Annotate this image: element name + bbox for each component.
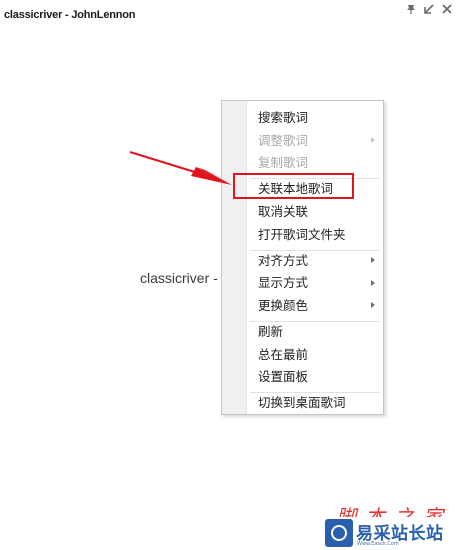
- lyric-line: classicriver -: [140, 270, 218, 286]
- context-menu: 搜索歌词 调整歌词 复制歌词 关联本地歌词 取消关联 打开歌词文件夹 对齐方式 显示方式 更换颜…: [221, 100, 384, 415]
- menu-separator: [250, 249, 380, 251]
- menu-item[interactable]: 对齐方式: [258, 253, 308, 269]
- menu-separator: [250, 320, 380, 322]
- submenu-arrow-icon: [371, 137, 375, 144]
- submenu-arrow-icon: [371, 279, 375, 286]
- close-icon[interactable]: [441, 3, 453, 15]
- menu-item[interactable]: 设置面板: [258, 369, 308, 385]
- watermark: 脚本之家 易采站长站 Www.Easck.Com: [320, 500, 457, 550]
- watermark-url: Www.Easck.Com: [357, 541, 399, 547]
- menu-separator: [250, 392, 380, 394]
- submenu-arrow-icon: [371, 302, 375, 309]
- window-title: classicriver - JohnLennon: [4, 9, 136, 21]
- minimize-icon[interactable]: [423, 3, 435, 15]
- menu-item[interactable]: 取消关联: [258, 204, 308, 220]
- menu-item[interactable]: 总在最前: [258, 347, 308, 363]
- menu-item[interactable]: 更换颜色: [258, 298, 308, 314]
- menu-item[interactable]: 刷新: [258, 324, 283, 340]
- pin-icon[interactable]: [405, 3, 417, 15]
- menu-item[interactable]: 打开歌词文件夹: [258, 227, 346, 243]
- watermark-logo-icon: [325, 519, 353, 547]
- menu-item: 调整歌词: [258, 132, 309, 148]
- submenu-arrow-icon: [371, 257, 375, 264]
- menu-item[interactable]: 搜索歌词: [258, 110, 308, 126]
- menu-item: 复制歌词: [258, 155, 309, 171]
- menu-item[interactable]: 显示方式: [258, 275, 308, 291]
- window-controls: [405, 3, 453, 15]
- lyrics-window: classicriver - JohnLennon classicriver -…: [0, 0, 457, 550]
- menu-item[interactable]: 切换到桌面歌词: [258, 395, 346, 411]
- watermark-top-text: 脚本之家: [336, 505, 452, 517]
- highlight-box: [233, 173, 354, 199]
- menu-gutter: [222, 101, 247, 414]
